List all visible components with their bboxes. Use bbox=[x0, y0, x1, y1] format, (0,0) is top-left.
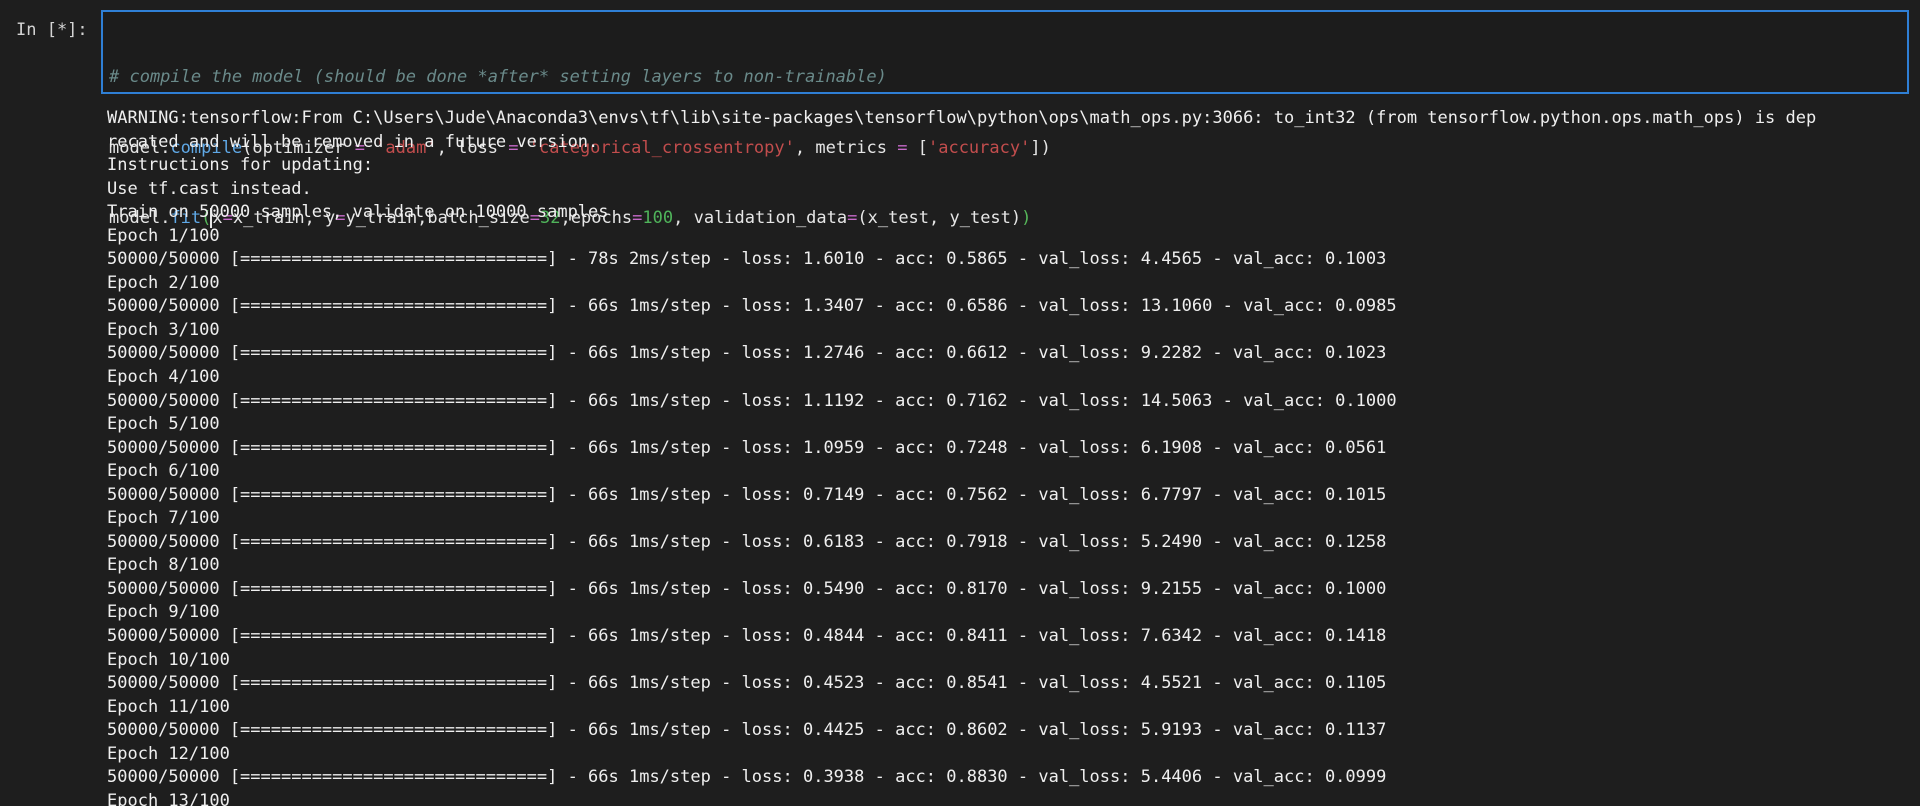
output-line: Epoch 11/100 bbox=[107, 696, 230, 717]
output-line: Epoch 2/100 bbox=[107, 272, 220, 293]
output-line: WARNING:tensorflow:From C:\Users\Jude\An… bbox=[107, 108, 1817, 128]
output-line: Epoch 12/100 bbox=[107, 743, 230, 764]
cell-output: WARNING:tensorflow:From C:\Users\Jude\An… bbox=[107, 107, 1917, 806]
output-line: recated and will be removed in a future … bbox=[107, 131, 599, 152]
output-line: 50000/50000 [===========================… bbox=[107, 673, 1387, 694]
output-line: 50000/50000 [===========================… bbox=[107, 249, 1387, 270]
output-line: Epoch 13/100 bbox=[107, 790, 230, 806]
cell-prompt: In [*]: bbox=[16, 20, 88, 40]
output-line: 50000/50000 [===========================… bbox=[107, 531, 1387, 552]
output-line: Epoch 4/100 bbox=[107, 367, 220, 388]
code-line-comment: # compile the model (should be done *aft… bbox=[109, 66, 1051, 90]
output-line: 50000/50000 [===========================… bbox=[107, 578, 1387, 599]
output-line: Epoch 6/100 bbox=[107, 461, 220, 482]
output-line: 50000/50000 [===========================… bbox=[107, 720, 1387, 741]
output-line: Epoch 9/100 bbox=[107, 602, 220, 623]
output-line: Epoch 10/100 bbox=[107, 649, 230, 670]
code-cell-editor[interactable]: # compile the model (should be done *aft… bbox=[101, 10, 1909, 228]
output-line: Epoch 3/100 bbox=[107, 319, 220, 340]
output-line: Epoch 7/100 bbox=[107, 508, 220, 529]
output-line: Train on 50000 samples, validate on 1000… bbox=[107, 202, 609, 223]
output-line: Epoch 8/100 bbox=[107, 555, 220, 576]
output-line: 50000/50000 [===========================… bbox=[107, 626, 1387, 647]
code-comment: # compile the model (should be done *aft… bbox=[109, 67, 887, 87]
output-line: Epoch 1/100 bbox=[107, 225, 220, 246]
output-line: Epoch 5/100 bbox=[107, 414, 220, 435]
output-line: 50000/50000 [===========================… bbox=[107, 390, 1397, 411]
output-line: 50000/50000 [===========================… bbox=[107, 296, 1397, 317]
output-line: 50000/50000 [===========================… bbox=[107, 343, 1387, 364]
output-line: 50000/50000 [===========================… bbox=[107, 437, 1387, 458]
output-line: Instructions for updating: bbox=[107, 155, 374, 176]
output-line: Use tf.cast instead. bbox=[107, 178, 312, 199]
output-line: 50000/50000 [===========================… bbox=[107, 484, 1387, 505]
output-line: 50000/50000 [===========================… bbox=[107, 767, 1387, 788]
